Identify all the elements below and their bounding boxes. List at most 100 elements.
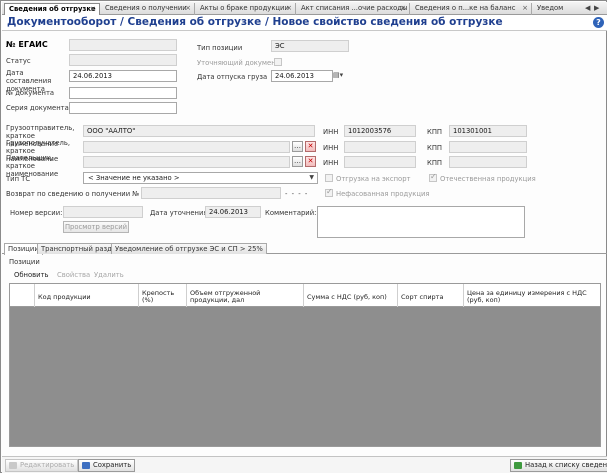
tab-label: Акт списания ...очие расходы [301, 4, 408, 12]
close-icon[interactable]: × [90, 4, 96, 15]
view-versions-button: Просмотр версий [63, 221, 129, 233]
save-button[interactable]: Сохранить [78, 459, 136, 472]
comment-textarea[interactable] [317, 206, 525, 238]
arrow-back-icon [514, 462, 522, 469]
document-tabs: Сведения об отгрузке × Сведения о получен… [2, 2, 607, 15]
version-label: Номер версии: [10, 209, 63, 217]
grid-col-strength[interactable]: Крепость (%) [138, 284, 186, 307]
tab-label: Сведения об отгрузке [9, 5, 96, 13]
tab-balance-info[interactable]: Сведения о п...ке на баланс × [411, 3, 532, 15]
payer-inn-field [344, 156, 416, 168]
grid-col-volume[interactable]: Объем отгруженной продукции, дал [186, 284, 303, 307]
grid-col-select[interactable] [10, 284, 34, 307]
shipment-date-label: Дата отпуска груза [197, 73, 268, 81]
clarifying-doc-checkbox [274, 58, 282, 66]
tab-label: Акты о браке продукции [200, 4, 289, 12]
tab-shipment-info[interactable]: Сведения об отгрузке × [4, 3, 100, 15]
tab-label: Сведения о п...ке на баланс [415, 4, 516, 12]
close-icon[interactable]: × [400, 3, 406, 14]
doc-series-label: Серия документа [6, 104, 69, 112]
shipment-date-field[interactable]: 24.06.2013 [271, 70, 333, 82]
date-compiled-field[interactable]: 24.06.2013 [69, 70, 177, 82]
chevron-left-icon[interactable]: ◀ [585, 4, 590, 12]
vehicle-type-select[interactable]: < Значение не указано > ▼ [83, 172, 318, 184]
save-button-label: Сохранить [93, 461, 132, 469]
edit-button-label: Редактировать [20, 461, 75, 469]
clarifying-doc-label: Уточняющий документ [197, 59, 280, 67]
payer-clear-icon[interactable]: ✕ [305, 156, 316, 167]
back-to-list-button[interactable]: Назад к списку сведений [510, 459, 607, 472]
tab-label: Уведом [537, 4, 564, 12]
floppy-icon [82, 462, 90, 469]
shipper-inn-field: 1012003576 [344, 125, 416, 137]
consignee-kpp-label: КПП [427, 144, 443, 152]
chevron-down-icon: ▼ [309, 174, 314, 181]
payer-pick-button[interactable]: … [292, 156, 303, 167]
return-dots: - - - - [285, 190, 309, 198]
grid-header: Код продукции Крепость (%) Объем отгруже… [10, 284, 600, 307]
vehicle-type-label: Тип ТС [6, 175, 31, 183]
shipper-kpp-field: 101301001 [449, 125, 527, 137]
calendar-icon[interactable]: ▤▾ [333, 70, 351, 81]
consignee-clear-icon[interactable]: ✕ [305, 141, 316, 152]
grid-col-spirit-grade[interactable]: Сорт спирта [397, 284, 463, 307]
consignee-pick-button[interactable]: … [292, 141, 303, 152]
close-icon[interactable]: × [185, 3, 191, 14]
payer-kpp-label: КПП [427, 159, 443, 167]
delete-button: Удалить [94, 271, 124, 279]
tab-label: Сведения о получении [105, 4, 187, 12]
doc-number-label: № документа [6, 89, 55, 97]
position-type-field: ЭС [271, 40, 349, 52]
grid-col-product-code[interactable]: Код продукции [34, 284, 138, 307]
consignee-field [83, 141, 290, 153]
domestic-label: Отечественная продукция [440, 175, 536, 183]
properties-button: Свойства [57, 271, 91, 279]
tab-notification-es-sp[interactable]: Уведомление об отгрузке ЭС и СП > 25% [111, 243, 267, 254]
refresh-button[interactable]: Обновить [14, 270, 49, 280]
unpackaged-label: Нефасованная продукция [336, 190, 430, 198]
payer-kpp-field [449, 156, 527, 168]
version-field [63, 206, 143, 218]
vehicle-type-value: < Значение не указано > [88, 174, 180, 182]
status-field [69, 54, 177, 66]
export-checkbox [325, 174, 333, 182]
title-bar: Документооборот / Сведения об отгрузке /… [2, 15, 607, 31]
tab-notifications[interactable]: Уведом [533, 3, 583, 15]
tab-defect-acts[interactable]: Акты о браке продукции × [196, 3, 296, 15]
comment-label: Комментарий: [265, 209, 317, 217]
return-field [141, 187, 281, 199]
payer-inn-label: ИНН [323, 159, 339, 167]
export-label: Отгрузка на экспорт [336, 175, 411, 183]
page-title: Документооборот / Сведения об отгрузке /… [7, 16, 503, 28]
clarify-date-field: 24.06.2013 [205, 206, 261, 218]
help-icon[interactable]: ? [593, 17, 604, 28]
grid-col-sum[interactable]: Сумма с НДС (руб, коп) [303, 284, 397, 307]
status-label: Статус [6, 57, 31, 65]
doc-number-input[interactable] [69, 87, 177, 99]
return-label: Возврат по сведению о получении № [6, 190, 140, 198]
shipper-inn-label: ИНН [323, 128, 339, 136]
edit-button: Редактировать [5, 459, 79, 472]
positions-grid[interactable]: Код продукции Крепость (%) Объем отгруже… [9, 283, 601, 447]
egais-number-label: № ЕГАИС [6, 40, 48, 49]
close-icon[interactable]: × [522, 3, 528, 14]
chevron-right-icon[interactable]: ▶ [594, 4, 599, 12]
unpackaged-checkbox [325, 187, 333, 197]
back-button-label: Назад к списку сведений [525, 461, 607, 469]
consignee-inn-label: ИНН [323, 144, 339, 152]
clarify-date-label: Дата уточнения: [150, 209, 210, 217]
grid-toolbar: Обновить Свойства Удалить [9, 270, 599, 281]
consignee-kpp-field [449, 141, 527, 153]
doc-series-input[interactable] [69, 102, 177, 114]
positions-group-label: Позиции [9, 258, 40, 266]
section-tabs: Позиции Транспортный раздел Уведомление … [2, 242, 607, 255]
app-window: Сведения об отгрузке × Сведения о получен… [0, 0, 607, 473]
close-icon[interactable]: × [286, 3, 292, 14]
grid-col-unit-price[interactable]: Цена за единицу измерения с НДС (руб, ко… [463, 284, 600, 307]
shipper-field: ООО "ААЛТО" [83, 125, 315, 137]
tab-writeoff-acts[interactable]: Акт списания ...очие расходы × [297, 3, 410, 15]
payer-field [83, 156, 290, 168]
tab-receipt-info[interactable]: Сведения о получении × [101, 3, 195, 15]
shipper-kpp-label: КПП [427, 128, 443, 136]
footer-bar: Редактировать Сохранить Назад к списку с… [2, 456, 607, 473]
